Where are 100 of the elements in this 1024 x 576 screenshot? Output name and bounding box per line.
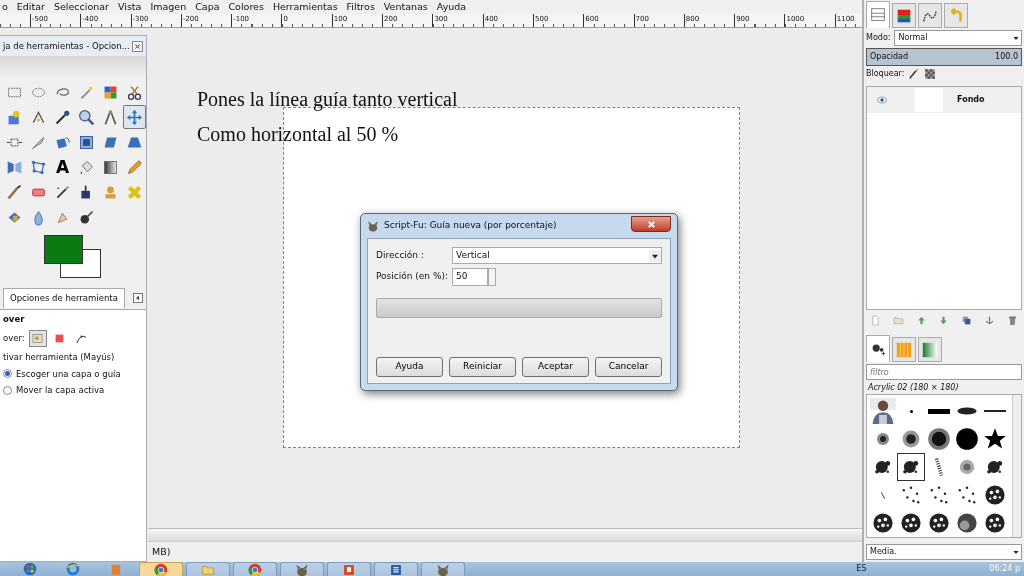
airbrush-icon	[54, 183, 71, 201]
menu-item[interactable]: Capa	[195, 0, 220, 15]
window-title: ja de herramientas - Opcion...	[3, 39, 130, 53]
dialog-button[interactable]: Aceptar	[522, 357, 589, 377]
language-indicator[interactable]: ES	[856, 562, 867, 575]
node-cage-icon	[30, 158, 47, 176]
anchor-icon[interactable]	[984, 315, 996, 326]
brush-name: Acrylic 02 (180 × 180)	[866, 382, 960, 394]
field-label: Dirección :	[376, 248, 425, 262]
number-field[interactable]: 50	[452, 268, 488, 286]
brush-item[interactable]	[925, 425, 953, 453]
dot-brush-icon	[909, 409, 913, 413]
status-text: MB)	[152, 544, 171, 559]
layer-icon	[31, 331, 45, 345]
color-swatches[interactable]	[44, 235, 102, 279]
vertical-scrollbar[interactable]	[1012, 395, 1021, 537]
menu-item[interactable]: o	[2, 0, 8, 15]
compass-icon	[102, 108, 119, 126]
mode-dropdown[interactable]: Normal	[894, 30, 1022, 46]
texture-brush-icon	[899, 511, 923, 535]
eyedropper-icon	[54, 108, 71, 126]
menu-item[interactable]: Herramientas	[272, 0, 338, 15]
soft-dot-brush-icon	[927, 427, 951, 451]
panel-tab[interactable]	[892, 3, 916, 28]
taskbar-button[interactable]	[327, 562, 371, 576]
taskbar-button[interactable]	[374, 562, 418, 576]
opacity-value: 100.0	[995, 51, 1018, 63]
tab-menu-icon[interactable]	[133, 293, 143, 303]
pattern-icon	[895, 340, 913, 359]
radio-button[interactable]	[3, 386, 12, 396]
gradient-icon	[102, 158, 119, 176]
taskbar-button[interactable]	[421, 562, 465, 576]
trash-icon[interactable]	[1006, 315, 1018, 326]
presentation-app-icon	[342, 563, 356, 576]
annotation-text: Pones la línea guía tanto vertical	[197, 87, 458, 113]
field-label: Posición (en %):	[376, 270, 450, 284]
round-browser-icon	[154, 563, 168, 576]
line-brush-icon	[984, 410, 1006, 412]
taskbar-button[interactable]	[280, 562, 324, 576]
gradient-swatch-icon	[921, 340, 939, 359]
options-title: over	[3, 313, 26, 326]
menu-item[interactable]: Editar	[16, 0, 45, 15]
menu-item[interactable]: Ayuda	[436, 0, 467, 15]
texture-brush-icon	[983, 511, 1007, 535]
scale-icon	[78, 133, 95, 151]
sponge-brush-icon	[955, 511, 979, 535]
circle-brush-icon	[955, 427, 979, 451]
dialog-button[interactable]: Reiniciar	[449, 357, 516, 377]
menu-item[interactable]: Ventanas	[383, 0, 428, 15]
tab[interactable]: Opciones de herramienta	[3, 288, 125, 308]
eye-icon[interactable]	[875, 94, 889, 105]
radio-label: Mover la capa activa	[16, 384, 105, 397]
menu-item[interactable]: Colores	[228, 0, 264, 15]
bar-brush-icon	[928, 408, 950, 414]
brush-item[interactable]	[869, 397, 897, 425]
texture-brush-icon	[927, 511, 951, 535]
menu-item[interactable]: Imagen	[150, 0, 187, 15]
folder-icon	[201, 563, 215, 576]
brush-lock-icon[interactable]	[908, 68, 921, 80]
dialog-button[interactable]: Ayuda	[376, 357, 443, 377]
close-button[interactable]	[631, 216, 671, 232]
menu-item[interactable]: Vista	[117, 0, 142, 15]
opacity-slider[interactable]: Opacidad 100.0	[866, 48, 1022, 66]
document-app-icon	[389, 563, 403, 576]
opacity-label: Opacidad	[870, 51, 908, 63]
category-dropdown[interactable]: Media.	[866, 544, 1022, 560]
brush-item[interactable]	[953, 425, 981, 453]
radio-button[interactable]	[3, 369, 12, 379]
speck-brush-icon	[881, 491, 885, 499]
close-icon[interactable]	[132, 40, 143, 52]
dialog-button[interactable]: Cancelar	[595, 357, 662, 377]
checker-lock-icon[interactable]	[924, 68, 937, 80]
brush-item[interactable]	[897, 453, 925, 481]
taskbar-button[interactable]	[233, 562, 277, 576]
layer-row[interactable]: Fondo	[867, 87, 1021, 113]
menu-item[interactable]: Filtros	[346, 0, 375, 15]
up-arrow-icon[interactable]	[915, 315, 927, 326]
mode-label: over:	[3, 331, 25, 345]
animal-mascot-icon	[295, 563, 309, 576]
filter-field[interactable]: filtro	[866, 364, 1022, 380]
star-brush-icon	[983, 427, 1007, 451]
dialog-title: Script-Fu: Guía nueva (por porcentaje)	[384, 219, 557, 233]
pencil-icon	[126, 158, 143, 176]
menu-item[interactable]: Seleccionar	[53, 0, 109, 15]
bucket-icon	[78, 158, 95, 176]
panel-tab[interactable]	[866, 335, 890, 362]
caret-icon	[649, 248, 661, 263]
texture-brush-icon	[871, 511, 895, 535]
texture-brush-icon	[983, 483, 1007, 507]
mode-toggle[interactable]	[28, 329, 47, 347]
direction-dropdown[interactable]: Vertical	[452, 247, 662, 264]
horizontal-scrollbar[interactable]	[148, 528, 862, 541]
move-arrows-icon	[126, 108, 143, 126]
animal-mascot-icon	[436, 563, 450, 576]
magnifier-icon	[78, 108, 95, 126]
taskbar-button[interactable]	[139, 562, 183, 576]
radio-label: Escoger una capa o guía	[16, 367, 121, 381]
lock-label: Bloquear:	[866, 68, 905, 80]
duplicate-icon[interactable]	[961, 315, 973, 326]
animal-mascot-icon	[367, 220, 379, 232]
